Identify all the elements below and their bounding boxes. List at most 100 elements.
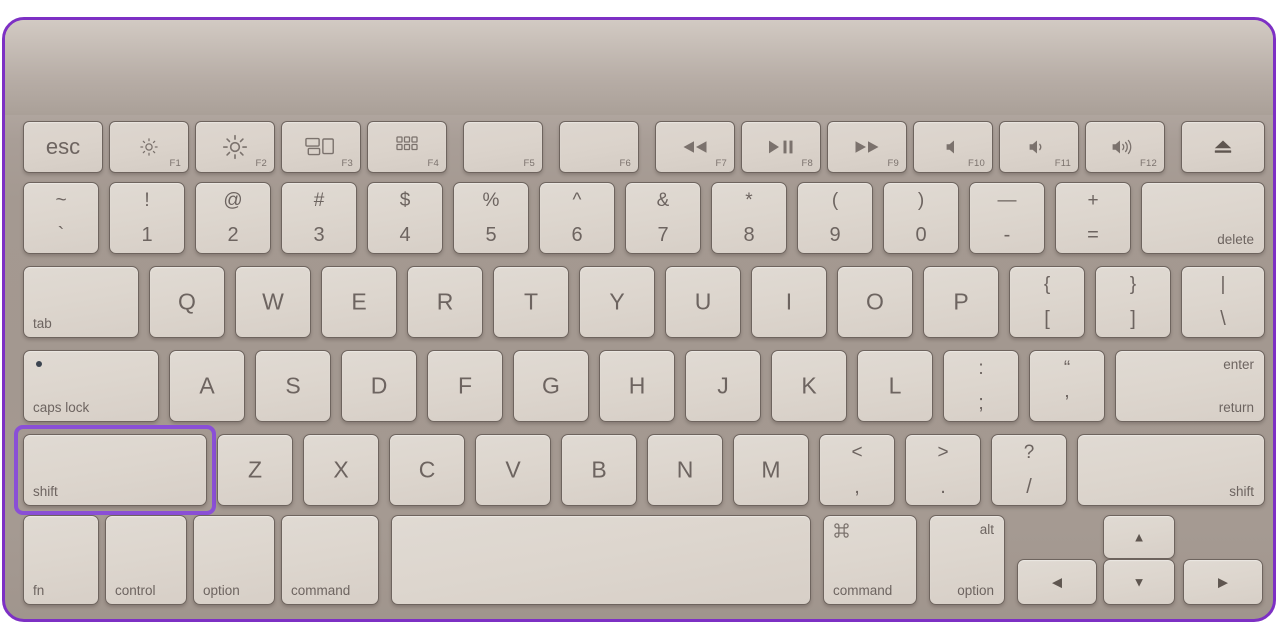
key-label: U bbox=[694, 288, 712, 315]
key-shift-right[interactable]: shift bbox=[1077, 434, 1265, 506]
key-b[interactable]: B bbox=[561, 434, 637, 506]
key-w[interactable]: W bbox=[235, 266, 311, 338]
key-v[interactable]: V bbox=[475, 434, 551, 506]
key-shift-label: “ bbox=[1063, 358, 1071, 379]
key-shift-label: } bbox=[1129, 274, 1137, 295]
key-j[interactable]: J bbox=[685, 350, 761, 422]
key-u[interactable]: U bbox=[665, 266, 741, 338]
key-1[interactable]: ! 1 bbox=[109, 182, 185, 254]
key-m[interactable]: M bbox=[733, 434, 809, 506]
key-backtick[interactable]: ~ ` bbox=[23, 182, 99, 254]
key-label: Z bbox=[247, 456, 263, 483]
key-option-left[interactable]: option bbox=[193, 515, 275, 605]
key-primary-label: , bbox=[854, 476, 860, 498]
key-r[interactable]: R bbox=[407, 266, 483, 338]
key-7[interactable]: & 7 bbox=[625, 182, 701, 254]
key-shift-label: # bbox=[313, 190, 325, 211]
key-backslash[interactable]: | \ bbox=[1181, 266, 1265, 338]
key-f2[interactable]: F2 bbox=[195, 121, 275, 173]
function-key-label: F2 bbox=[255, 157, 267, 169]
key-a[interactable]: A bbox=[169, 350, 245, 422]
key-primary-label: ] bbox=[1130, 308, 1136, 330]
key-3[interactable]: #3 bbox=[281, 182, 357, 254]
key-shift-left[interactable]: shift bbox=[23, 434, 207, 506]
key-f12[interactable]: F12 bbox=[1085, 121, 1165, 173]
key-label: D bbox=[370, 372, 388, 399]
key-2[interactable]: @2 bbox=[195, 182, 271, 254]
key-f7[interactable]: F7 bbox=[655, 121, 735, 173]
key-f5[interactable]: F5 bbox=[463, 121, 543, 173]
key-bracket-left[interactable]: {[ bbox=[1009, 266, 1085, 338]
key-f1[interactable]: F1 bbox=[109, 121, 189, 173]
key-slash[interactable]: ? / bbox=[991, 434, 1067, 506]
key-minus[interactable]: — - bbox=[969, 182, 1045, 254]
key-h[interactable]: H bbox=[599, 350, 675, 422]
key-arrow-up[interactable]: ▲ bbox=[1103, 515, 1175, 559]
key-primary-label: 7 bbox=[657, 224, 669, 246]
key-arrow-left[interactable]: ◀ bbox=[1017, 559, 1097, 605]
key-equal[interactable]: + = bbox=[1055, 182, 1131, 254]
key-i[interactable]: I bbox=[751, 266, 827, 338]
key-8[interactable]: * 8 bbox=[711, 182, 787, 254]
function-key-label: F5 bbox=[523, 157, 535, 169]
key-comma[interactable]: <, bbox=[819, 434, 895, 506]
key-f9[interactable]: F9 bbox=[827, 121, 907, 173]
key-bracket-right[interactable]: }] bbox=[1095, 266, 1171, 338]
key-6[interactable]: ^ 6 bbox=[539, 182, 615, 254]
key-f11[interactable]: F11 bbox=[999, 121, 1079, 173]
key-4[interactable]: $4 bbox=[367, 182, 443, 254]
key-delete[interactable]: delete bbox=[1141, 182, 1265, 254]
key-tab[interactable]: tab bbox=[23, 266, 139, 338]
function-key-label: F8 bbox=[801, 157, 813, 169]
key-o[interactable]: O bbox=[837, 266, 913, 338]
key-f10[interactable]: F10 bbox=[913, 121, 993, 173]
key-f3[interactable]: F3 bbox=[281, 121, 361, 173]
key-f8[interactable]: F8 bbox=[741, 121, 821, 173]
key-alt-label: alt bbox=[979, 522, 994, 537]
key-0[interactable]: ) 0 bbox=[883, 182, 959, 254]
key-n[interactable]: N bbox=[647, 434, 723, 506]
key-quote[interactable]: “’ bbox=[1029, 350, 1105, 422]
key-q[interactable]: Q bbox=[149, 266, 225, 338]
key-fn[interactable]: fn bbox=[23, 515, 99, 605]
key-g[interactable]: G bbox=[513, 350, 589, 422]
key-f[interactable]: F bbox=[427, 350, 503, 422]
key-y[interactable]: Y bbox=[579, 266, 655, 338]
key-d[interactable]: D bbox=[341, 350, 417, 422]
key-arrow-down[interactable]: ▼ bbox=[1103, 559, 1175, 605]
arrow-glyph-arrow-down: ▼ bbox=[1132, 574, 1146, 590]
key-esc[interactable]: esc bbox=[23, 121, 103, 173]
key-z[interactable]: Z bbox=[217, 434, 293, 506]
key-eject[interactable] bbox=[1181, 121, 1265, 173]
key-control[interactable]: control bbox=[105, 515, 187, 605]
key-label: L bbox=[888, 372, 902, 399]
key-9[interactable]: (9 bbox=[797, 182, 873, 254]
key-f6[interactable]: F6 bbox=[559, 121, 639, 173]
key-label: caps lock bbox=[33, 399, 90, 415]
key-return[interactable]: enter return bbox=[1115, 350, 1265, 422]
key-k[interactable]: K bbox=[771, 350, 847, 422]
key-f4[interactable]: F4 bbox=[367, 121, 447, 173]
key-semicolon[interactable]: :; bbox=[943, 350, 1019, 422]
key-label: tab bbox=[33, 315, 52, 331]
key-option-right[interactable]: alt option bbox=[929, 515, 1005, 605]
key-t[interactable]: T bbox=[493, 266, 569, 338]
key-arrow-right[interactable]: ▶ bbox=[1183, 559, 1263, 605]
key-label: K bbox=[801, 372, 817, 399]
function-key-label: F1 bbox=[169, 157, 181, 169]
key-label: T bbox=[523, 288, 539, 315]
key-primary-label: [ bbox=[1044, 308, 1050, 330]
key-command-right[interactable]: command bbox=[823, 515, 917, 605]
key-p[interactable]: P bbox=[923, 266, 999, 338]
key-5[interactable]: % 5 bbox=[453, 182, 529, 254]
key-s[interactable]: S bbox=[255, 350, 331, 422]
key-c[interactable]: C bbox=[389, 434, 465, 506]
brightness-up-icon bbox=[196, 134, 274, 160]
key-period[interactable]: >. bbox=[905, 434, 981, 506]
key-caps-lock[interactable]: caps lock bbox=[23, 350, 159, 422]
key-space[interactable] bbox=[391, 515, 811, 605]
key-command-left[interactable]: command bbox=[281, 515, 379, 605]
key-x[interactable]: X bbox=[303, 434, 379, 506]
key-l[interactable]: L bbox=[857, 350, 933, 422]
key-e[interactable]: E bbox=[321, 266, 397, 338]
